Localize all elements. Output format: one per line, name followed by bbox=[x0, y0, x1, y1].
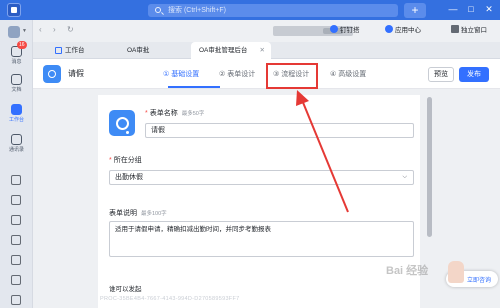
annotation-arrow bbox=[296, 90, 349, 213]
arrow-shaft bbox=[301, 99, 349, 213]
